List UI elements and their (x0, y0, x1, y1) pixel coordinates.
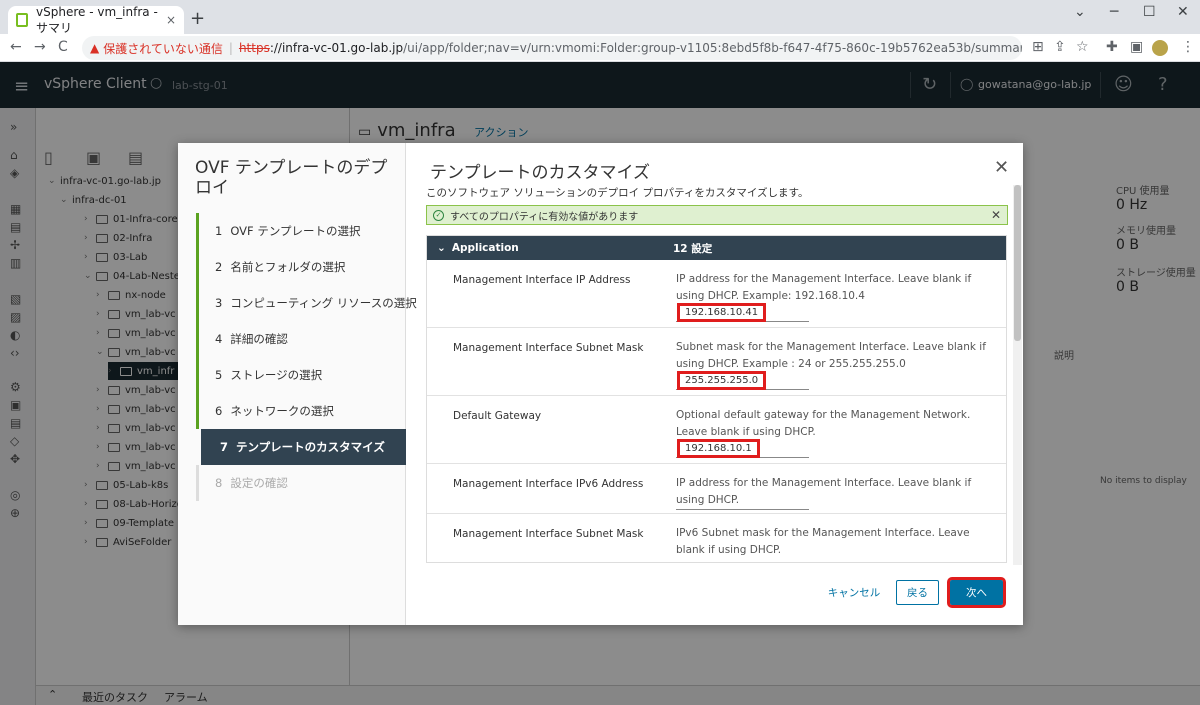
alert-text: すべてのプロパティに有効な値があります (450, 211, 639, 223)
url-host: ://infra-vc-01.go-lab.jp (269, 41, 404, 55)
property-row: Management Interface Subnet Mask Subnet … (427, 328, 1006, 396)
property-help: IPv6 Subnet mask for the Management Inte… (676, 527, 970, 556)
input-value: 192.168.10.41 (676, 303, 767, 322)
new-tab-button[interactable]: + (190, 8, 205, 29)
property-row: Management Interface IP Address IP addre… (427, 260, 1006, 328)
ip-address-input[interactable]: 192.168.10.41 (676, 302, 809, 322)
property-label: Management Interface Subnet Mask (453, 528, 644, 540)
content-scrollbar[interactable] (1013, 185, 1022, 565)
minimize-button[interactable]: ─ (1110, 4, 1118, 20)
warning-icon: ▲ (90, 41, 100, 55)
wizard-step-2[interactable]: 2 名前とフォルダの選択 (196, 249, 406, 285)
tab-search-icon[interactable]: ⌄ (1074, 4, 1086, 20)
url-bar[interactable]: ▲ 保護されていない通信 | https ://infra-vc-01.go-l… (82, 36, 1022, 60)
maximize-button[interactable]: ☐ (1143, 4, 1156, 20)
default-gateway-input[interactable]: 192.168.10.1 (676, 438, 809, 458)
wizard-title: OVF テンプレートのデプロイ (195, 158, 388, 198)
property-label: Default Gateway (453, 410, 542, 422)
browser-tab[interactable]: vSphere - vm_infra - サマリ × (8, 4, 184, 35)
input-value: 192.168.10.1 (677, 439, 760, 458)
chevron-down-icon: ⌄ (437, 242, 446, 254)
bookmark-star-icon[interactable]: ☆ (1076, 39, 1089, 55)
scrollbar-thumb[interactable] (1014, 185, 1021, 341)
wizard-step-5[interactable]: 5 ストレージの選択 (196, 357, 406, 393)
share-icon[interactable]: ⇪ (1054, 39, 1066, 55)
window-close-button[interactable]: ✕ (1177, 4, 1189, 20)
close-icon[interactable]: ✕ (994, 157, 1009, 178)
property-help: Optional default gateway for the Managem… (676, 409, 971, 438)
property-help: Subnet mask for the Management Interface… (676, 341, 986, 370)
profile-avatar[interactable] (1152, 40, 1168, 56)
url-separator: | (228, 41, 233, 55)
tab-close-icon[interactable]: × (166, 13, 176, 27)
sidepanel-icon[interactable]: ▣ (1130, 39, 1143, 55)
property-group-header[interactable]: ⌄ Application 12 設定 (427, 236, 1006, 260)
browser-tabbar: vSphere - vm_infra - サマリ × + ⌄ ─ ☐ ✕ (0, 0, 1200, 35)
back-arrow-icon[interactable]: ← (10, 39, 22, 55)
deploy-ovf-dialog: OVF テンプレートのデプロイ 1 OVF テンプレートの選択 2 名前とフォルダの… (178, 143, 1023, 625)
cancel-button[interactable]: キャンセル (819, 580, 889, 605)
group-name: Application (451, 242, 519, 254)
subnet-mask-input[interactable]: 255.255.255.0 (676, 370, 809, 390)
step-heading: テンプレートのカスタマイズ (430, 163, 650, 183)
property-label: Management Interface IPv6 Address (453, 478, 644, 490)
address-bar-row: ← → C ▲ 保護されていない通信 | https ://infra-vc-0… (0, 34, 1200, 62)
next-button[interactable]: 次へ (947, 577, 1006, 608)
property-help: IP address for the Management Interface.… (676, 273, 972, 302)
ipv6-address-input[interactable] (676, 490, 809, 510)
vsphere-favicon-icon (16, 13, 29, 27)
url-path: /ui/app/folder;nav=v/urn:vmomi:Folder:gr… (403, 41, 1022, 55)
back-button[interactable]: 戻る (896, 580, 939, 605)
reload-icon[interactable]: C (58, 39, 68, 55)
translate-icon[interactable]: ⊞ (1032, 39, 1044, 55)
wizard-step-4[interactable]: 4 詳細の確認 (196, 321, 406, 357)
wizard-step-3[interactable]: 3 コンピューティング リソースの選択 (196, 285, 417, 321)
property-row: Default Gateway Optional default gateway… (427, 396, 1006, 464)
extensions-icon[interactable]: ✚ (1106, 39, 1118, 55)
validation-alert: ✓ すべてのプロパティに有効な値があります ✕ (426, 205, 1008, 225)
properties-table: ⌄ Application 12 設定 Management Interface … (426, 235, 1007, 563)
property-row: Management Interface IPv6 Address IP add… (427, 464, 1006, 514)
wizard-content: テンプレートのカスタマイズ ✕ このソフトウェア ソリューションのデプロイ プロ… (406, 143, 1023, 625)
not-secure-label: 保護されていない通信 (103, 41, 223, 56)
browser-menu-icon[interactable]: ⋮ (1181, 39, 1195, 55)
wizard-sidebar: OVF テンプレートのデプロイ 1 OVF テンプレートの選択 2 名前とフォルダの… (178, 143, 417, 625)
property-label: Management Interface IP Address (453, 274, 631, 286)
url-scheme: https (238, 41, 270, 55)
wizard-step-6[interactable]: 6 ネットワークの選択 (196, 393, 406, 429)
check-circle-icon: ✓ (433, 209, 444, 221)
wizard-step-8: 8 設定の確認 (196, 465, 406, 501)
tab-title: vSphere - vm_infra - サマリ (36, 4, 158, 35)
forward-arrow-icon[interactable]: → (34, 39, 46, 55)
wizard-step-1[interactable]: 1 OVF テンプレートの選択 (196, 213, 406, 249)
wizard-step-7-active[interactable]: 7 テンプレートのカスタマイズ (201, 429, 406, 465)
wizard-steps: 1 OVF テンプレートの選択 2 名前とフォルダの選択 3 コンピューティング リソ… (196, 213, 417, 501)
property-row: Management Interface Subnet Mask IPv6 Su… (427, 514, 1006, 562)
alert-close-icon[interactable]: ✕ (991, 208, 1001, 222)
input-value: 255.255.255.0 (676, 371, 767, 390)
step-description: このソフトウェア ソリューションのデプロイ プロパティをカスタマイズします。 (426, 187, 809, 199)
group-count: 12 設定 (673, 242, 713, 255)
property-label: Management Interface Subnet Mask (453, 342, 644, 354)
